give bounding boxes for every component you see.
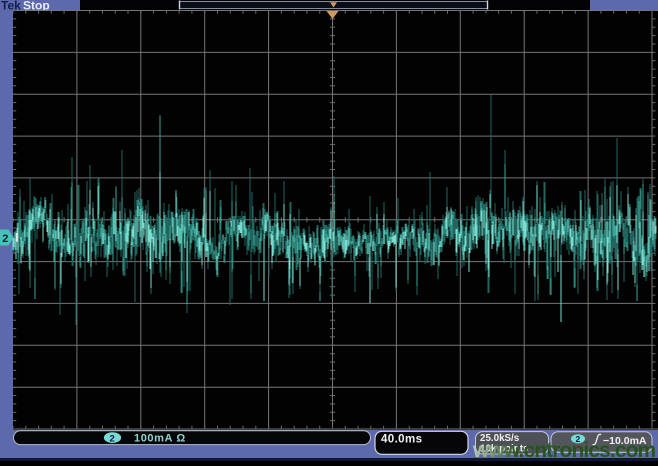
svg-text:2: 2 bbox=[110, 433, 115, 444]
svg-text:40.0ms: 40.0ms bbox=[381, 434, 422, 446]
svg-text:2: 2 bbox=[2, 233, 8, 245]
svg-text:www.cntronics.com: www.cntronics.com bbox=[472, 439, 656, 461]
svg-text:100mA Ω: 100mA Ω bbox=[134, 433, 186, 445]
